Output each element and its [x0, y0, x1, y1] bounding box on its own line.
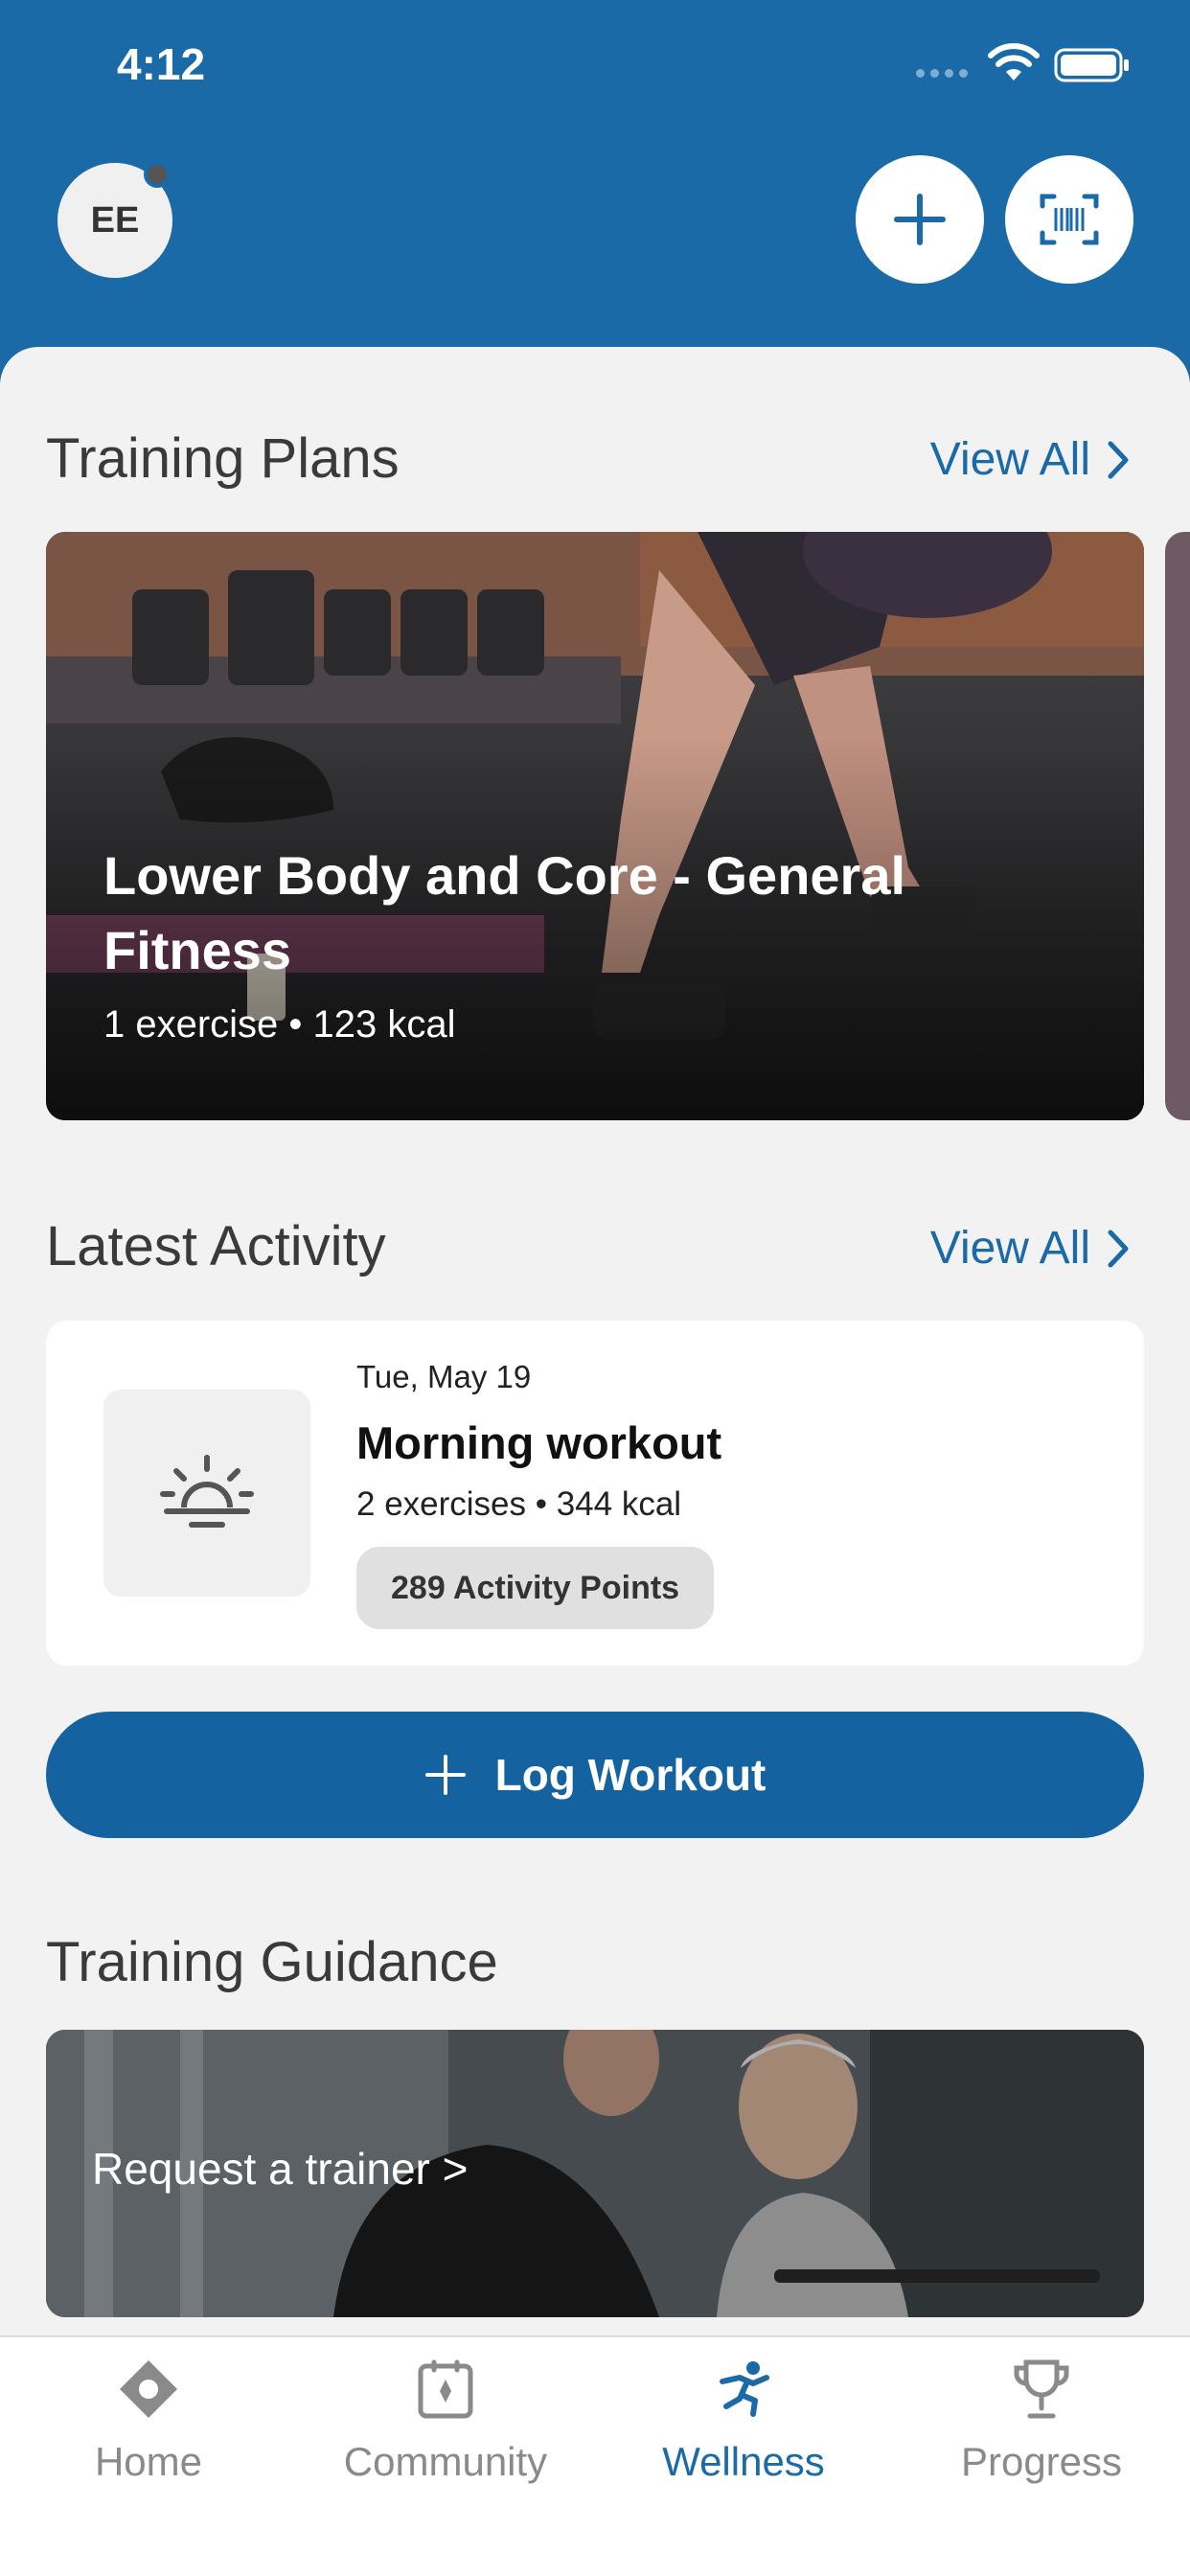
chevron-right-icon [1108, 1230, 1129, 1267]
latest-activity-view-all[interactable]: View All [930, 1222, 1129, 1275]
view-all-label: View All [929, 434, 1090, 485]
tab-home[interactable]: Home [5, 2357, 292, 2485]
training-plans-view-all[interactable]: View All [930, 433, 1129, 486]
home-icon [120, 2360, 177, 2418]
community-icon [418, 2359, 473, 2419]
header: 4:12 EE [0, 0, 1190, 383]
plus-icon [894, 194, 946, 245]
add-button[interactable] [856, 155, 984, 284]
trophy-icon [1014, 2359, 1069, 2419]
plan-title: Lower Body and Core - General Fitness [103, 845, 906, 980]
tab-label: Home [94, 2439, 203, 2484]
latest-activity-title: Latest Activity [46, 1215, 386, 1277]
activity-subtitle: 2 exercises • 344 kcal [356, 1485, 682, 1523]
request-trainer-link: Request a trainer > [92, 2144, 469, 2194]
plan-subtitle: 1 exercise • 123 kcal [103, 1003, 456, 1046]
tab-label: Progress [960, 2439, 1123, 2484]
tab-community[interactable]: Community [302, 2357, 589, 2485]
training-plan-card[interactable]: Lower Body and Core - General Fitness 1 … [46, 532, 1144, 1120]
status-time: 4:12 [117, 39, 206, 89]
next-plan-card-peek[interactable] [1165, 532, 1190, 1120]
activity-icon-box [103, 1390, 310, 1597]
main-content: Training Plans View All Lower Body and C… [0, 347, 1190, 2335]
cellular-signal-icon [916, 69, 968, 78]
tab-bar: Home Community Wellness Progress [0, 2335, 1190, 2576]
avatar-initials: EE [90, 199, 140, 241]
wellness-icon [720, 2361, 769, 2417]
sunrise-icon [160, 1455, 254, 1528]
tab-label: Wellness [662, 2439, 825, 2484]
log-workout-button[interactable]: Log Workout [46, 1712, 1144, 1838]
log-workout-label: Log Workout [494, 1750, 767, 1800]
view-all-label: View All [929, 1223, 1090, 1274]
plus-icon [424, 1755, 466, 1795]
notification-dot [144, 161, 171, 188]
activity-date: Tue, May 19 [356, 1359, 532, 1394]
tab-label: Community [343, 2439, 548, 2484]
barcode-scan-icon [1040, 194, 1099, 245]
training-plans-title: Training Plans [46, 427, 400, 490]
request-trainer-card[interactable]: Request a trainer > [46, 2030, 1144, 2317]
activity-points-badge: 289 Activity Points [356, 1547, 715, 1629]
activity-title: Morning workout [356, 1417, 722, 1468]
wifi-icon [988, 43, 1040, 80]
tab-wellness[interactable]: Wellness [600, 2357, 887, 2485]
chevron-right-icon [1108, 441, 1129, 478]
activity-card[interactable]: Tue, May 19 Morning workout 2 exercises … [46, 1321, 1144, 1666]
scan-barcode-button[interactable] [1005, 155, 1133, 284]
training-guidance-title: Training Guidance [46, 1931, 498, 1993]
battery-icon [1054, 48, 1129, 82]
tab-progress[interactable]: Progress [898, 2357, 1185, 2485]
